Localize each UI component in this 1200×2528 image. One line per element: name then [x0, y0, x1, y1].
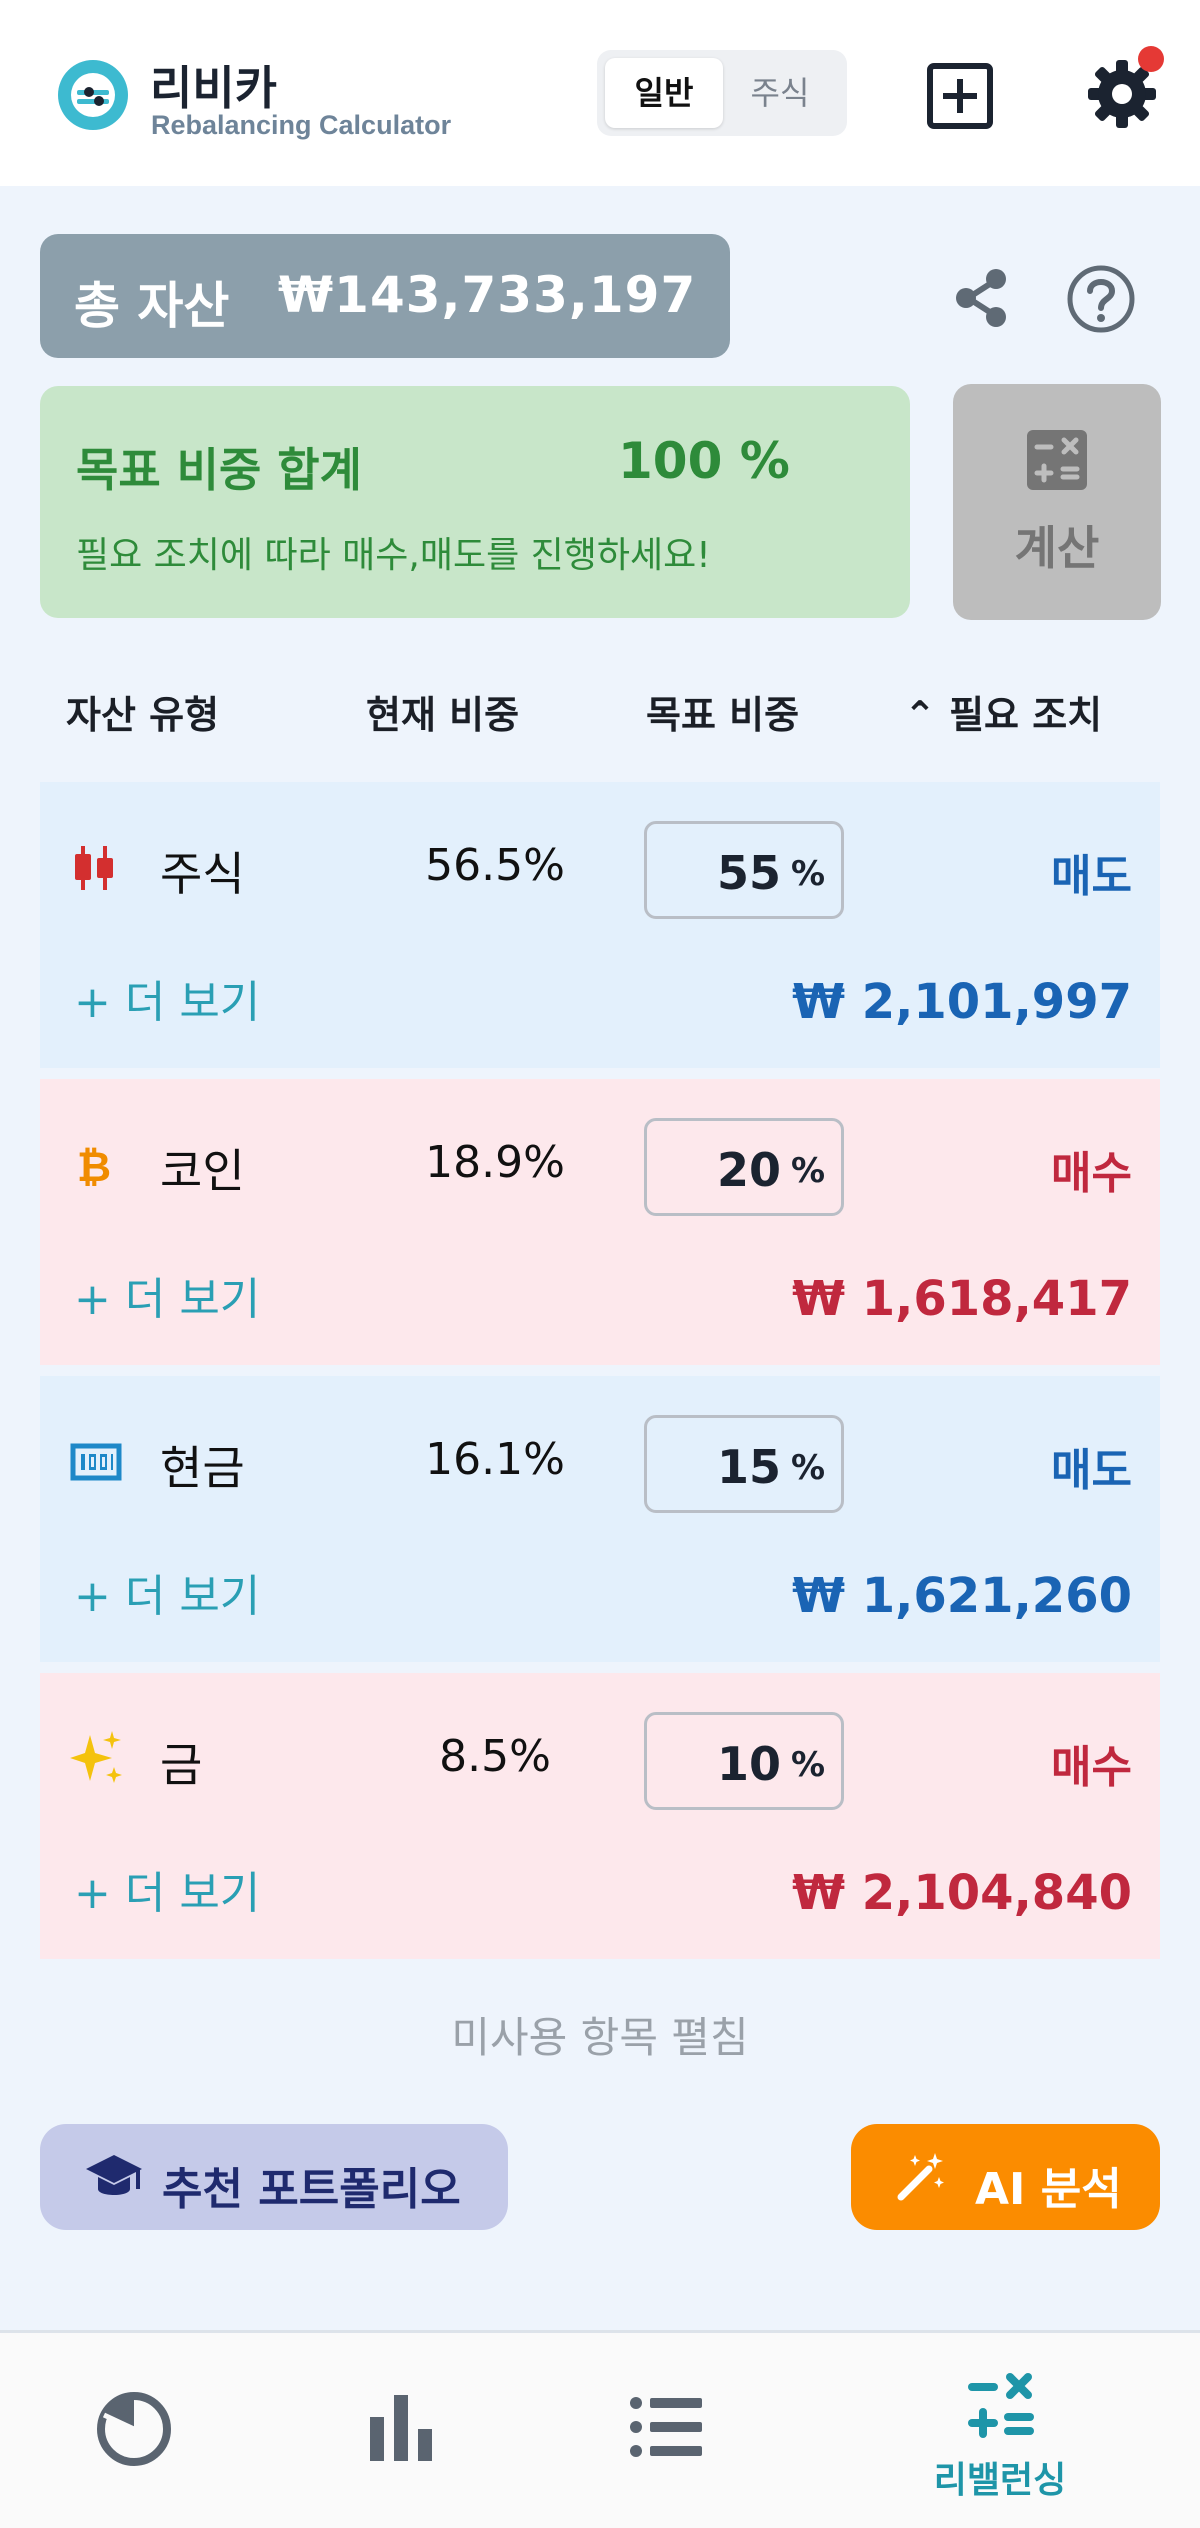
calculate-button[interactable]: 계산	[953, 384, 1161, 620]
show-more-link[interactable]: + 더 보기	[74, 1263, 260, 1327]
asset-name: 금	[160, 1738, 203, 1792]
bitcoin-icon: ₿	[77, 1142, 111, 1191]
app-name: 리비카	[150, 61, 277, 115]
header-target-weight: 목표 비중	[646, 693, 800, 737]
header-action-sort[interactable]: ⌃ 필요 조치	[904, 684, 1102, 739]
mode-segmented-control: 일반 주식	[597, 50, 847, 136]
action-amount: ₩ 2,104,840	[792, 1865, 1132, 1921]
recommended-portfolio-button[interactable]: 추천 포트폴리오	[40, 2124, 508, 2230]
show-more-link[interactable]: + 더 보기	[74, 1560, 260, 1624]
required-action: 매수	[1051, 1742, 1132, 1793]
action-amount: ₩ 2,101,997	[792, 974, 1132, 1030]
calculator-icon	[1027, 430, 1087, 490]
required-action: 매도	[1051, 1445, 1132, 1496]
action-amount: ₩ 1,621,260	[792, 1568, 1132, 1624]
show-more-link[interactable]: + 더 보기	[74, 1857, 260, 1921]
required-action: 매도	[1051, 851, 1132, 902]
total-assets-label: 총 자산	[74, 277, 230, 335]
target-weight-input[interactable]: 10 %	[644, 1712, 844, 1810]
required-action: 매수	[1051, 1148, 1132, 1199]
app-subtitle: Rebalancing Calculator	[151, 110, 452, 140]
bottom-navigation: 리밸런싱	[0, 2333, 1200, 2528]
target-weight-unit: %	[791, 1745, 826, 1785]
nav-bar-chart-icon[interactable]	[366, 2389, 436, 2465]
target-weight-value: 20	[716, 1143, 781, 1197]
app-logo-icon	[58, 60, 128, 130]
show-more-link[interactable]: + 더 보기	[74, 966, 260, 1030]
ai-analysis-button[interactable]: AI 분석	[851, 2124, 1160, 2230]
sparkles-icon	[70, 1731, 122, 1783]
target-weight-input[interactable]: 15 %	[644, 1415, 844, 1513]
nav-pie-chart-icon[interactable]	[94, 2389, 174, 2469]
calculate-label: 계산	[1014, 521, 1100, 575]
target-weight-value: 55	[716, 846, 781, 900]
asset-row-coin[interactable]: ₿ 코인 18.9% 20 % 매수 + 더 보기 ₩ 1,618,417	[40, 1079, 1160, 1365]
header-asset-type: 자산 유형	[66, 693, 220, 737]
svg-text:₿: ₿	[77, 1142, 111, 1191]
nav-calculator-icon	[968, 2373, 1034, 2438]
notification-dot	[1138, 46, 1164, 72]
add-box-icon[interactable]	[926, 62, 994, 130]
asset-row-gold[interactable]: 금 8.5% 10 % 매수 + 더 보기 ₩ 2,104,840	[40, 1673, 1160, 1959]
app-header: 리비카 Rebalancing Calculator 일반 주식	[0, 0, 1200, 186]
nav-label-rebalancing: 리밸런싱	[933, 2460, 1067, 2501]
nav-list-icon[interactable]	[628, 2393, 704, 2461]
graduation-cap-icon	[86, 2155, 142, 2195]
target-weight-input[interactable]: 55 %	[644, 821, 844, 919]
help-icon[interactable]	[1066, 264, 1136, 334]
magic-wand-icon	[897, 2153, 944, 2201]
asset-name: 코인	[160, 1144, 245, 1198]
recommended-portfolio-label: 추천 포트폴리오	[162, 2164, 461, 2215]
nav-item-rebalancing[interactable]: 리밸런싱	[890, 2333, 1110, 2528]
target-weight-input[interactable]: 20 %	[644, 1118, 844, 1216]
target-weight-value: 10	[716, 1737, 781, 1791]
asset-name: 주식	[160, 847, 245, 901]
action-amount: ₩ 1,618,417	[792, 1271, 1132, 1327]
header-current-weight: 현재 비중	[366, 693, 520, 737]
asset-name: 현금	[160, 1441, 245, 1495]
asset-row-cash[interactable]: 현금 16.1% 15 % 매도 + 더 보기 ₩ 1,621,260	[40, 1376, 1160, 1662]
target-weight-value: 15	[716, 1440, 781, 1494]
tab-stock[interactable]: 주식	[721, 58, 839, 128]
target-sum-card: 목표 비중 합계 100 % 필요 조치에 따라 매수,매도를 진행하세요!	[40, 386, 910, 618]
target-weight-unit: %	[791, 1448, 826, 1488]
current-weight: 16.1%	[425, 1434, 565, 1485]
current-weight: 8.5%	[439, 1731, 551, 1782]
current-weight: 56.5%	[425, 840, 565, 891]
target-weight-unit: %	[791, 1151, 826, 1191]
expand-unused-items[interactable]: 미사용 항목 펼침	[0, 2004, 1200, 2065]
total-assets-value: ₩143,733,197	[278, 266, 697, 324]
banknote-icon	[70, 1443, 122, 1481]
ai-analysis-label: AI 분석	[975, 2164, 1122, 2215]
target-weight-unit: %	[791, 854, 826, 894]
asset-row-stock[interactable]: 주식 56.5% 55 % 매도 + 더 보기 ₩ 2,101,997	[40, 782, 1160, 1068]
target-sum-value: 100 %	[618, 432, 790, 490]
action-guide-message: 필요 조치에 따라 매수,매도를 진행하세요!	[76, 535, 711, 576]
total-assets-card: 총 자산 ₩143,733,197	[40, 234, 730, 358]
current-weight: 18.9%	[425, 1137, 565, 1188]
target-sum-label: 목표 비중 합계	[76, 443, 362, 497]
candlestick-icon	[75, 846, 113, 890]
tab-general[interactable]: 일반	[605, 58, 723, 128]
share-icon[interactable]	[950, 266, 1014, 330]
